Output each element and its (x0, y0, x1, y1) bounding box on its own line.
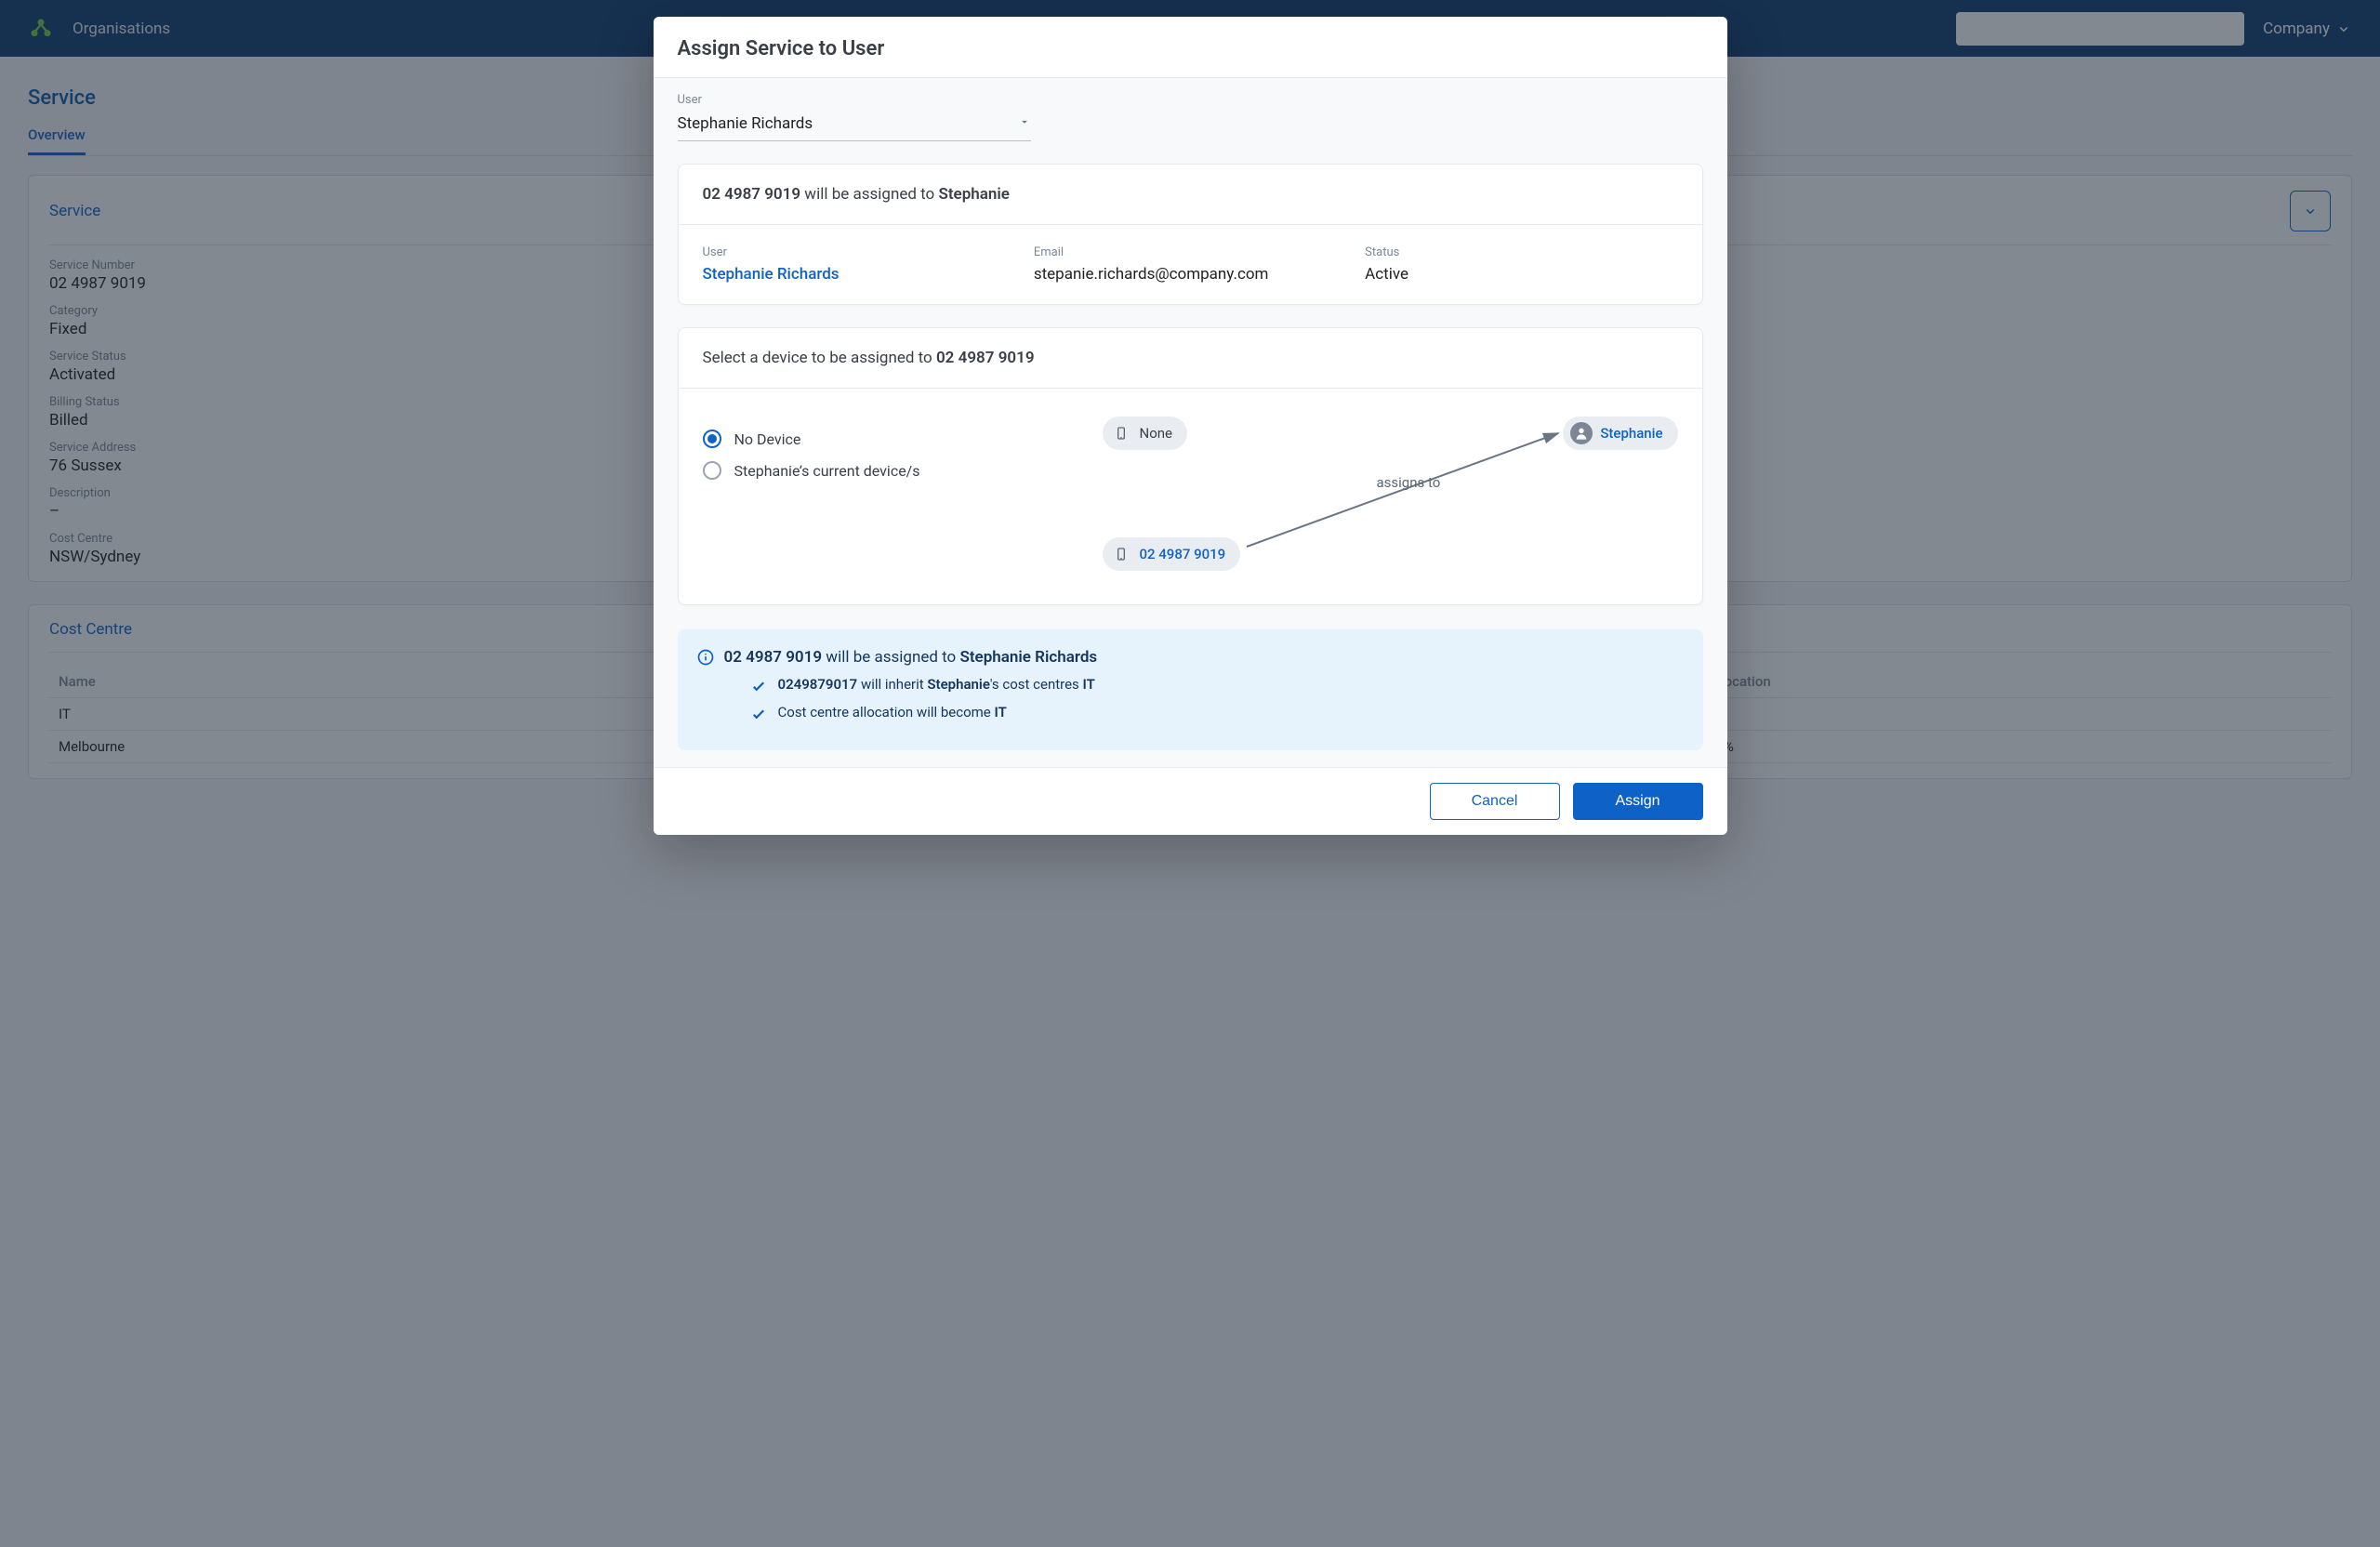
check-icon (750, 678, 767, 698)
assignment-line: 02 4987 9019 will be assigned to Stephan… (703, 185, 1678, 204)
status-value: Active (1365, 265, 1677, 284)
device-prompt: Select a device to be assigned to 02 498… (703, 349, 1678, 367)
user-link[interactable]: Stephanie Richards (703, 265, 1015, 284)
arrow-icon (1237, 426, 1572, 556)
user-select[interactable]: Stephanie Richards (678, 109, 1031, 141)
radio-label: No Device (734, 430, 801, 448)
chip-label: 02 4987 9019 (1140, 546, 1226, 562)
summary-banner: 02 4987 9019 will be assigned to Stephan… (678, 629, 1703, 750)
chip-device-none: None (1103, 416, 1188, 450)
info-label: Status (1365, 245, 1677, 259)
assign-button[interactable]: Assign (1573, 783, 1703, 820)
device-card: Select a device to be assigned to 02 498… (678, 327, 1703, 605)
radio-current-devices[interactable]: Stephanie’s current device/s (703, 461, 1056, 480)
chip-user: Stephanie (1563, 416, 1677, 450)
chip-service: 02 4987 9019 (1103, 537, 1241, 571)
info-icon (696, 648, 715, 670)
modal-overlay[interactable]: Assign Service to User User Stephanie Ri… (0, 0, 2380, 1547)
radio-label: Stephanie’s current device/s (734, 462, 920, 480)
radio-icon (703, 461, 721, 480)
summary-item: Cost centre allocation will become IT (750, 704, 1679, 726)
user-select-value: Stephanie Richards (678, 114, 813, 133)
arrow-label: assigns to (1377, 474, 1441, 491)
device-options: No Device Stephanie’s current device/s (703, 416, 1056, 493)
email-value: stepanie.richards@company.com (1034, 265, 1346, 284)
modal-title: Assign Service to User (678, 37, 1703, 60)
device-icon (1110, 543, 1132, 565)
modal-header: Assign Service to User (654, 17, 1727, 78)
radio-no-device[interactable]: No Device (703, 430, 1056, 448)
person-icon (1570, 422, 1593, 444)
radio-icon (703, 430, 721, 448)
assign-service-modal: Assign Service to User User Stephanie Ri… (654, 17, 1727, 835)
device-icon (1110, 422, 1132, 444)
summary-headline: 02 4987 9019 will be assigned to Stephan… (724, 648, 1679, 667)
info-label: Email (1034, 245, 1346, 259)
assignment-card: 02 4987 9019 will be assigned to Stephan… (678, 164, 1703, 305)
cancel-button[interactable]: Cancel (1430, 783, 1560, 820)
user-field-label: User (678, 93, 1703, 107)
info-label: User (703, 245, 1015, 259)
assignment-diagram: None Stephanie (1075, 416, 1678, 584)
modal-footer: Cancel Assign (654, 767, 1727, 835)
summary-item: 0249879017 will inherit Stephanie's cost… (750, 676, 1679, 698)
check-icon (750, 706, 767, 726)
chevron-down-icon (1018, 114, 1031, 133)
chip-label: None (1140, 425, 1173, 442)
chip-label: Stephanie (1600, 425, 1662, 442)
